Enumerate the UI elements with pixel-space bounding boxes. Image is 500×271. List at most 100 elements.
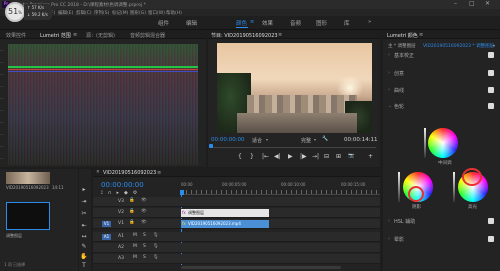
project-thumbnail-adjustment[interactable]	[6, 202, 50, 230]
tab-audio-clip-mixer[interactable]: 音频剪辑混合器	[130, 32, 165, 39]
tab-lumetri-scopes-menu-icon[interactable]: ≡	[73, 32, 77, 38]
workspace-more-icon[interactable]: »	[368, 19, 371, 25]
video-track-v2[interactable]: V2 🔒 👁 fx 调整图层	[93, 208, 380, 218]
track-solo-button[interactable]: S	[143, 233, 146, 238]
add-button[interactable]: +	[368, 153, 373, 160]
track-eye-icon[interactable]: 👁	[141, 198, 147, 203]
close-icon[interactable]: ✕	[485, 0, 490, 7]
export-frame-button[interactable]: 📷	[348, 153, 354, 159]
razor-tool-icon[interactable]: ✂	[80, 210, 88, 218]
track-eye-icon[interactable]: 👁	[141, 220, 147, 225]
section-checkbox[interactable]	[488, 236, 494, 242]
video-track-v1[interactable]: V1 V1 🔒 👁 fx VID20190516092023.mp4	[93, 219, 380, 229]
program-monitor-menu-icon[interactable]: ≡	[278, 32, 282, 38]
midtones-color-wheel[interactable]	[428, 128, 458, 158]
workspace-tab-color[interactable]: 颜色	[236, 19, 247, 27]
timeline-ruler[interactable]: 00:00 00:00:05:00 00:00:10:00 00:00:15:0…	[181, 181, 380, 195]
section-creative[interactable]: › 创意	[388, 69, 496, 78]
midtones-slider[interactable]	[424, 128, 426, 158]
workspace-tab-effects[interactable]: 效果	[262, 19, 273, 27]
step-back-button[interactable]: ◀|	[274, 153, 281, 160]
hand-tool-icon[interactable]: ✋	[80, 253, 88, 261]
track-mute-button[interactable]: M	[133, 255, 137, 260]
tab-source[interactable]: 源：(无剪辑)	[86, 32, 115, 39]
step-forward-button[interactable]: |▶	[300, 153, 307, 160]
workspace-tab-assembly[interactable]: 组件	[158, 19, 169, 27]
section-checkbox[interactable]	[488, 52, 494, 58]
workspace-tab-audio[interactable]: 音频	[290, 19, 301, 27]
lumetri-color-title[interactable]: Lumetri 颜色	[387, 32, 418, 39]
track-select-tool-icon[interactable]: ⇥	[80, 198, 88, 206]
section-color-wheels[interactable]: ⌄ 色轮	[388, 102, 496, 111]
mark-out-button[interactable]: }	[250, 153, 254, 160]
extract-button[interactable]: ⊞	[336, 153, 341, 160]
workspace-tab-libraries[interactable]: 库	[344, 19, 350, 27]
maximize-icon[interactable]: □	[469, 0, 475, 7]
section-vignette[interactable]: › 晕影	[388, 235, 496, 244]
audio-track-a2[interactable]: A2 M S 🎙	[93, 243, 380, 253]
wrench-icon[interactable]: 🔧	[322, 136, 328, 142]
timeline-menu-icon[interactable]: ≡	[157, 170, 161, 176]
track-lock-icon[interactable]: 🔒	[129, 198, 135, 203]
section-checkbox[interactable]	[488, 70, 494, 76]
track-eye-icon[interactable]: 👁	[141, 209, 147, 214]
project-thumbnail-video[interactable]	[6, 172, 50, 184]
lumetri-clip-chevron-icon[interactable]: ▾	[493, 43, 495, 48]
lumetri-master-label[interactable]: 主 * 调整图层	[388, 43, 416, 49]
section-checkbox[interactable]	[488, 103, 494, 109]
video-track-v3[interactable]: V3 🔒 👁	[93, 197, 380, 207]
timeline-timecode[interactable]: 00:00:00:00	[101, 181, 144, 189]
section-hsl-secondary[interactable]: › HSL 辅助	[388, 217, 496, 226]
audio-track-a3[interactable]: A3 M S 🎙	[93, 254, 380, 264]
highlights-slider[interactable]	[453, 172, 455, 202]
tab-effect-controls[interactable]: 效果控件	[6, 32, 26, 39]
lumetri-clip-label[interactable]: VID20190516092023 * 调整图层	[423, 43, 494, 49]
track-mic-icon[interactable]: 🎙	[153, 255, 159, 260]
track-mute-button[interactable]: M	[133, 244, 137, 249]
selection-tool-icon[interactable]: ▸	[80, 186, 88, 194]
shadows-slider[interactable]	[398, 172, 400, 202]
pen-tool-icon[interactable]: ✎	[80, 243, 88, 251]
ripple-edit-tool-icon[interactable]: ⇤	[80, 222, 88, 230]
zoom-select[interactable]: 适合	[252, 137, 262, 144]
workspace-tab-editing[interactable]: 编辑	[186, 19, 197, 27]
program-timecode-current[interactable]: 00:00:00:00	[211, 137, 245, 143]
audio-track-a1[interactable]: A1 A1 M S 🎙	[93, 232, 380, 242]
type-tool-icon[interactable]: T	[80, 262, 88, 270]
section-curves[interactable]: › 曲线	[388, 86, 496, 95]
section-checkbox[interactable]	[488, 87, 494, 93]
timeline-scrollbar[interactable]	[181, 266, 341, 269]
workspace-tab-color-menu-icon[interactable]: ≡	[250, 19, 254, 25]
workspace-tab-graphics[interactable]: 图形	[316, 19, 327, 27]
adjustment-layer-clip[interactable]: fx 调整图层	[181, 209, 269, 217]
video-clip[interactable]: fx VID20190516092023.mp4	[181, 220, 269, 228]
zoom-chevron-icon[interactable]: ▾	[266, 137, 268, 142]
quality-chevron-icon[interactable]: ▾	[314, 137, 316, 142]
track-mic-icon[interactable]: 🎙	[153, 233, 159, 238]
track-source-patch[interactable]: V1	[102, 221, 111, 227]
mark-in-button[interactable]: {	[238, 153, 242, 160]
track-mic-icon[interactable]: 🎙	[153, 244, 159, 249]
track-solo-button[interactable]: S	[143, 255, 146, 260]
program-playhead-icon[interactable]	[209, 144, 213, 148]
tab-lumetri-scopes[interactable]: Lumetri 范围	[40, 32, 71, 39]
track-lock-icon[interactable]: 🔒	[129, 220, 135, 225]
lift-button[interactable]: ⊟	[324, 153, 329, 160]
section-basic-correction[interactable]: › 基本校正	[388, 51, 496, 60]
play-button[interactable]: ▶	[288, 153, 293, 160]
quality-select[interactable]: 完整	[301, 137, 311, 144]
program-monitor-title[interactable]: 节目: VID20190516092023	[211, 32, 278, 39]
program-scrub-bar[interactable]	[210, 145, 376, 148]
track-source-patch[interactable]: A1	[102, 234, 111, 240]
track-mute-button[interactable]: M	[133, 233, 137, 238]
slip-tool-icon[interactable]: ↔	[80, 233, 88, 241]
track-solo-button[interactable]: S	[143, 244, 146, 249]
lumetri-color-menu-icon[interactable]: ≡	[419, 32, 423, 38]
go-to-in-button[interactable]: |←	[262, 153, 269, 160]
timeline-close-icon[interactable]: ✕	[96, 170, 100, 175]
timeline-sequence-tab[interactable]: VID20190516092023	[103, 170, 156, 176]
track-lock-icon[interactable]: 🔒	[129, 209, 135, 214]
section-checkbox[interactable]	[488, 218, 494, 224]
go-to-out-button[interactable]: →|	[312, 153, 319, 160]
minimize-icon[interactable]: –	[454, 0, 457, 7]
